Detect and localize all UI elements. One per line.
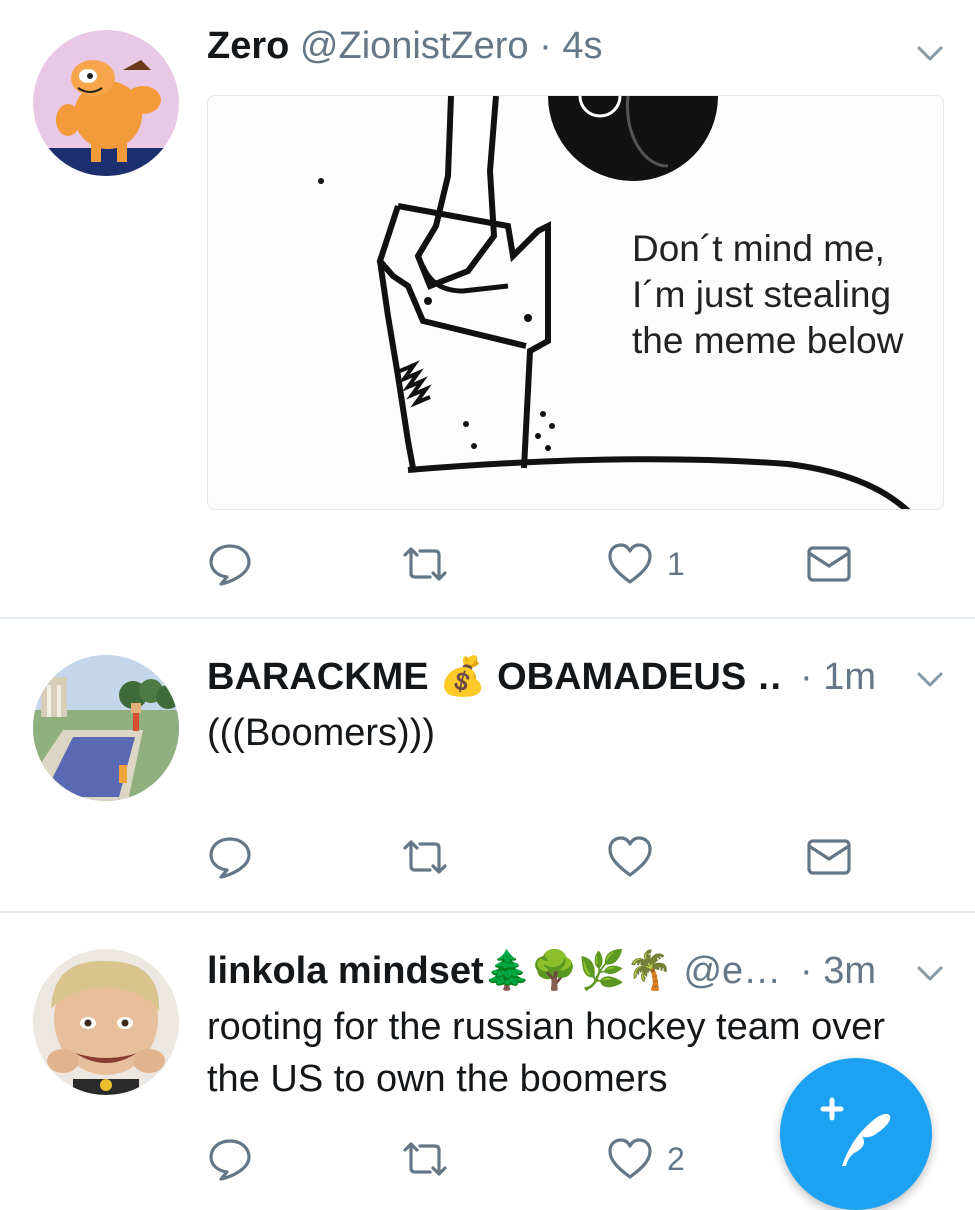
timestamp[interactable]: 4s [562, 25, 602, 67]
retweet-icon [403, 547, 447, 581]
envelope-icon [807, 839, 851, 875]
tweet-actions: 2 [207, 1135, 867, 1183]
pool-painting-avatar-icon [33, 655, 179, 801]
timestamp[interactable]: 1m [823, 656, 876, 698]
heart-icon [608, 836, 652, 877]
avatar-barackme[interactable] [33, 655, 179, 801]
retweet-icon [403, 1142, 447, 1176]
tweet-text: (((Boomers))) [207, 712, 435, 754]
meme-caption: Don´t mind me, I´m just stealing the mem… [632, 226, 903, 364]
garfield-avatar-icon [33, 30, 179, 176]
reply-button[interactable] [207, 833, 253, 881]
compose-tweet-button[interactable] [780, 1058, 932, 1210]
separator-dot: · [539, 25, 552, 67]
chevron-down-icon[interactable] [914, 957, 946, 989]
tweet-header: BARACKME 💰 OBAMADEUS … [207, 649, 785, 705]
direct-message-button[interactable] [806, 540, 852, 588]
username[interactable]: @ZionistZero [300, 25, 529, 67]
like-count: 1 [667, 545, 685, 582]
retweet-icon [403, 840, 447, 874]
display-name[interactable]: linkola mindset🌲🌳🌿🌴 [207, 950, 673, 992]
reply-icon [209, 837, 251, 879]
tweet-media-image[interactable]: Don´t mind me, I´m just stealing the mem… [207, 95, 944, 510]
reply-button[interactable] [207, 1135, 253, 1183]
separator-dot: · [800, 950, 813, 992]
reply-icon [209, 1139, 251, 1181]
avatar-zero[interactable] [33, 30, 179, 176]
envelope-icon [807, 546, 851, 582]
username[interactable]: @e… [683, 950, 781, 992]
timestamp[interactable]: 3m [823, 950, 876, 992]
tweet-actions: 1 [207, 540, 867, 588]
compose-tweet-icon [820, 1097, 891, 1166]
tweet-zero[interactable]: Zero @ZionistZero · 4s Don´t mind me, I´… [0, 0, 975, 618]
chevron-down-icon[interactable] [914, 37, 946, 69]
reply-button[interactable] [207, 540, 253, 588]
retweet-button[interactable] [400, 1135, 450, 1183]
meme-caption-line: I´m just stealing [632, 274, 892, 315]
tweet-meta: · 3m [800, 943, 876, 999]
direct-message-button[interactable] [806, 833, 852, 881]
tweet-actions [207, 833, 867, 881]
avatar-linkola[interactable] [33, 949, 179, 1095]
display-name[interactable]: Zero [207, 25, 289, 67]
retweet-button[interactable] [400, 540, 450, 588]
reply-icon [209, 544, 251, 586]
display-name[interactable]: BARACKME 💰 OBAMADEUS … [207, 656, 785, 698]
meme-caption-line: Don´t mind me, [632, 228, 885, 269]
heart-icon [608, 543, 652, 584]
separator-dot: · [800, 656, 813, 698]
meme-caption-line: the meme below [632, 320, 904, 361]
like-button[interactable]: 1 [607, 540, 685, 588]
tweet-header: linkola mindset🌲🌳🌿🌴 @e… [207, 943, 785, 999]
like-button[interactable]: 2 [607, 1135, 685, 1183]
tweet-header: Zero @ZionistZero · 4s [207, 18, 875, 74]
tweet-meta: · 1m [800, 649, 876, 705]
chevron-down-icon[interactable] [914, 663, 946, 695]
retweet-button[interactable] [400, 833, 450, 881]
tweet-barackme[interactable]: BARACKME 💰 OBAMADEUS … · 1m (((Boomers))… [0, 619, 975, 911]
heart-icon [608, 1138, 652, 1179]
child-face-avatar-icon [33, 949, 179, 1095]
like-count: 2 [667, 1140, 685, 1177]
tweet-text-line: rooting for the russian hockey team over [207, 1006, 886, 1048]
like-button[interactable] [607, 833, 653, 881]
